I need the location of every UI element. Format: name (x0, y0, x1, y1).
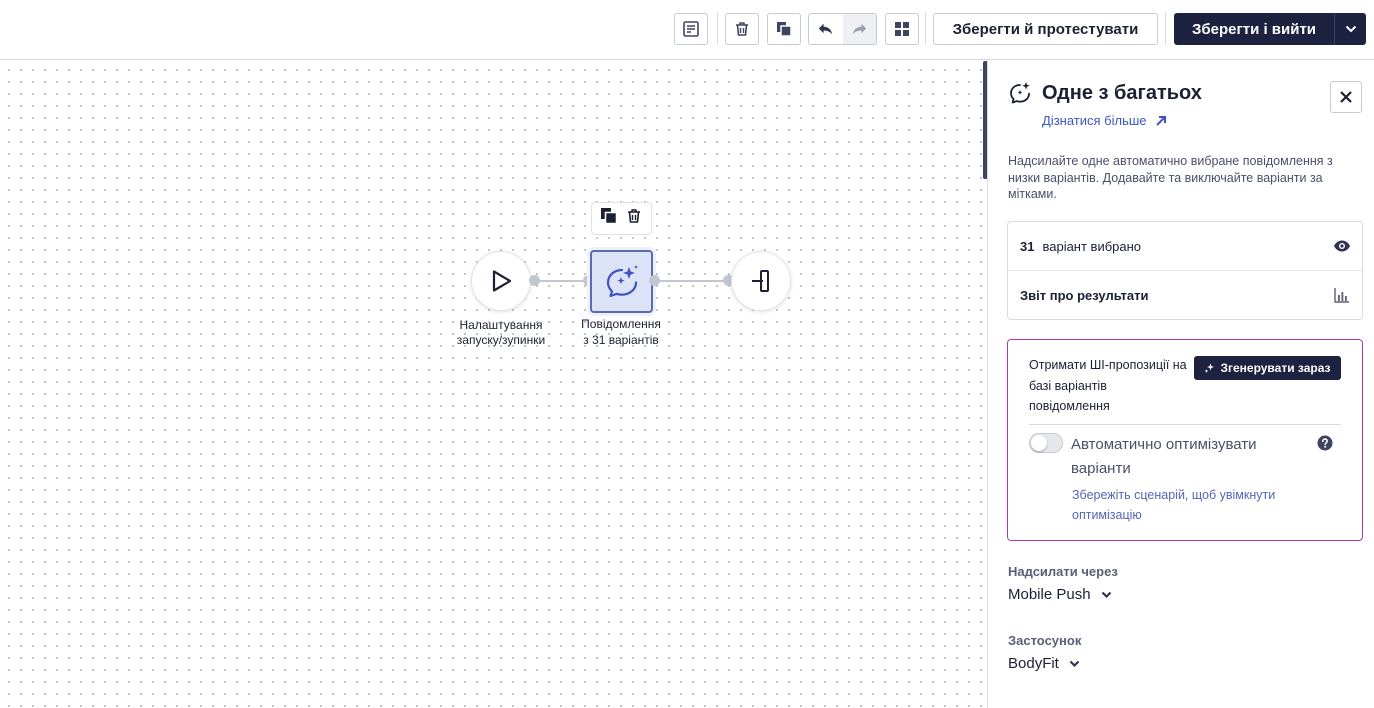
exit-node[interactable] (731, 251, 791, 311)
variants-card: 31 варіант вибрано Звіт про результати (1007, 221, 1363, 320)
connector-port[interactable] (529, 275, 540, 286)
learn-more-link[interactable]: Дізнатися більше (1042, 113, 1167, 128)
eye-icon (1334, 240, 1350, 252)
bar-chart-icon (1334, 288, 1349, 303)
duplicate-node-button[interactable] (600, 207, 618, 230)
toolbar-divider (1165, 13, 1166, 45)
ai-message-icon (606, 264, 638, 297)
auto-optimize-label: Автоматично оптимізувати варіанти (1071, 436, 1257, 477)
message-node-label-line2: з 31 варіантів (583, 333, 659, 347)
toolbar-divider (717, 13, 718, 45)
ai-suggestions-card: Отримати ШІ-пропозиції на базі варіантів… (1007, 339, 1363, 541)
help-icon[interactable] (1317, 435, 1333, 451)
play-icon (492, 270, 512, 292)
workflow-canvas[interactable]: Налаштування запуску/зупинки Повідомленн… (0, 61, 983, 708)
save-and-exit-label: Зберегти і вийти (1191, 20, 1317, 38)
variants-count: 31 (1020, 238, 1035, 254)
delete-node-button[interactable] (625, 207, 643, 230)
top-toolbar: Зберегти й протестувати Зберегти і вийти (0, 0, 1374, 60)
redo-icon (852, 23, 866, 34)
delete-button[interactable] (725, 13, 759, 45)
start-node-label: Налаштування запуску/зупинки (446, 318, 556, 348)
message-variants-node[interactable] (590, 250, 653, 313)
duplicate-button[interactable] (767, 13, 801, 45)
app-select[interactable]: BodyFit (1008, 655, 1080, 672)
results-report-row[interactable]: Звіт про результати (1008, 271, 1362, 320)
save-options-dropdown[interactable] (1334, 13, 1366, 45)
generate-now-label: Згенерувати зараз (1220, 361, 1331, 375)
panel-title: Одне з багатьох (1042, 82, 1202, 104)
results-report-label: Звіт про результати (1020, 288, 1149, 303)
close-panel-button[interactable] (1330, 81, 1362, 113)
app-value: BodyFit (1008, 655, 1059, 672)
notes-button[interactable] (674, 13, 708, 45)
trash-icon (628, 209, 641, 223)
node-settings-panel: Одне з багатьох Дізнатися більше Надсила… (988, 61, 1374, 708)
note-icon (683, 21, 699, 37)
start-node-label-line1: Налаштування (459, 318, 543, 332)
connector-line (654, 280, 729, 282)
auto-optimize-hint: Збережіть сценарій, щоб увімкнути оптимі… (1072, 488, 1276, 522)
copy-icon (600, 208, 617, 225)
chevron-down-icon (1345, 25, 1356, 33)
send-via-label: Надсилати через (1008, 564, 1118, 579)
chevron-down-icon (1101, 591, 1111, 598)
undo-button[interactable] (809, 14, 843, 44)
start-stop-node[interactable] (471, 251, 531, 311)
save-and-test-button[interactable]: Зберегти й протестувати (933, 13, 1158, 45)
send-via-select[interactable]: Mobile Push (1008, 586, 1112, 603)
sparkle-icon (1204, 363, 1215, 373)
message-node-label: Повідомлення з 31 варіантів (566, 317, 676, 348)
copy-icon (777, 22, 792, 37)
node-action-bar (591, 202, 652, 235)
ai-message-icon (1010, 82, 1030, 104)
message-node-label-line1: Повідомлення (581, 317, 661, 331)
start-node-label-line2: запуску/зупинки (456, 333, 546, 347)
save-and-exit-button[interactable]: Зберегти і вийти (1174, 13, 1366, 45)
ai-card-divider (1029, 424, 1341, 425)
panel-description: Надсилайте одне автоматично вибране пові… (1008, 154, 1333, 201)
layout-button[interactable] (885, 13, 919, 45)
undo-icon (819, 23, 833, 34)
variants-selected-row[interactable]: 31 варіант вибрано (1008, 222, 1362, 271)
ai-suggestions-text: Отримати ШІ-пропозиції на базі варіантів… (1029, 358, 1187, 413)
chevron-down-icon (1069, 660, 1080, 667)
exit-icon (752, 270, 769, 292)
close-icon (1340, 91, 1352, 103)
connector-port[interactable] (649, 275, 660, 286)
auto-optimize-toggle[interactable] (1029, 433, 1063, 453)
connector-line (534, 280, 589, 282)
undo-redo-group (808, 13, 877, 45)
generate-now-button[interactable]: Згенерувати зараз (1194, 356, 1341, 380)
send-via-value: Mobile Push (1008, 586, 1091, 603)
grid-icon (895, 22, 909, 36)
trash-icon (736, 22, 748, 36)
redo-button[interactable] (842, 14, 876, 44)
toolbar-divider (925, 13, 926, 45)
learn-more-label: Дізнатися більше (1042, 113, 1147, 128)
external-arrow-icon (1155, 115, 1166, 126)
variants-selected-text: варіант вибрано (1042, 238, 1142, 254)
app-label: Застосунок (1008, 633, 1082, 648)
toggle-knob (1031, 435, 1047, 451)
